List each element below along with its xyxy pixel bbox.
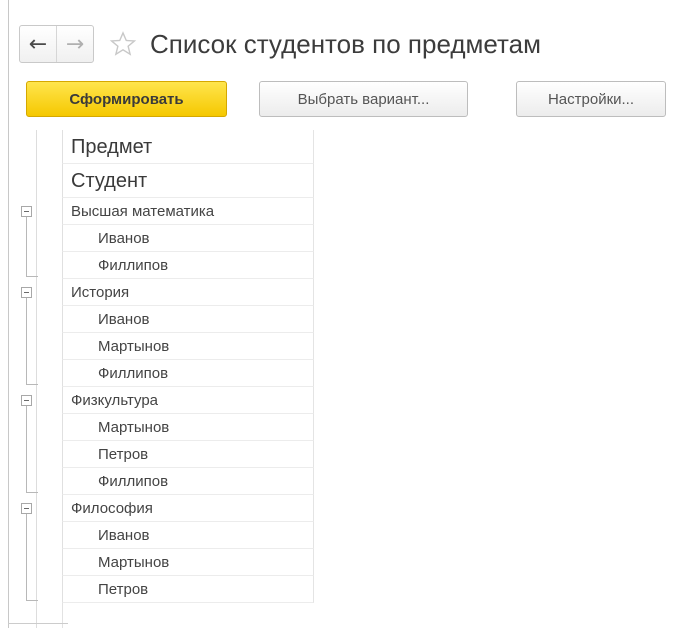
title-bar: ← → Список студентов по предметам [19, 20, 541, 68]
student-row[interactable]: Мартынов [62, 333, 314, 360]
group-bracket-foot [26, 384, 38, 385]
student-row[interactable]: Мартынов [62, 414, 314, 441]
student-row[interactable]: Мартынов [62, 549, 314, 576]
column-header-student[interactable]: Студент [62, 164, 314, 198]
collapse-group-icon[interactable] [21, 395, 32, 406]
page-title: Список студентов по предметам [150, 28, 541, 59]
group-row-subject[interactable]: Философия [62, 495, 314, 522]
student-row[interactable]: Иванов [62, 225, 314, 252]
student-row[interactable]: Петров [62, 576, 314, 603]
generate-button[interactable]: Сформировать [26, 81, 227, 117]
table-bottom-edge [8, 623, 68, 624]
group-row-subject[interactable]: История [62, 279, 314, 306]
group-bracket-line [26, 217, 27, 276]
column-header-subject[interactable]: Предмет [62, 130, 314, 164]
student-row[interactable]: Иванов [62, 522, 314, 549]
group-row-subject[interactable]: Физкультура [62, 387, 314, 414]
settings-button[interactable]: Настройки... [516, 81, 666, 117]
arrow-left-icon: ← [28, 31, 48, 57]
student-row[interactable]: Петров [62, 441, 314, 468]
window-left-border [8, 0, 9, 628]
student-row[interactable]: Филлипов [62, 252, 314, 279]
group-bracket-line [26, 406, 27, 492]
star-icon [109, 31, 137, 56]
group-gutter-divider [36, 130, 37, 628]
student-row[interactable]: Иванов [62, 306, 314, 333]
group-row-subject[interactable]: Высшая математика [62, 198, 314, 225]
select-variant-button[interactable]: Выбрать вариант... [259, 81, 468, 117]
back-button[interactable]: ← [20, 26, 56, 62]
arrow-right-icon: → [65, 31, 85, 57]
group-bracket-foot [26, 600, 38, 601]
favorite-button[interactable] [106, 27, 140, 61]
toolbar: Сформировать Выбрать вариант... Настройк… [26, 81, 666, 117]
collapse-group-icon[interactable] [21, 206, 32, 217]
forward-button[interactable]: → [57, 26, 93, 62]
report-window: ← → Список студентов по предметам Сформи… [0, 0, 689, 628]
group-bracket-foot [26, 492, 38, 493]
collapse-group-icon[interactable] [21, 287, 32, 298]
collapse-group-icon[interactable] [21, 503, 32, 514]
navigation-buttons: ← → [19, 25, 94, 63]
group-bracket-line [26, 514, 27, 600]
group-bracket-line [26, 298, 27, 384]
student-row[interactable]: Филлипов [62, 468, 314, 495]
group-bracket-foot [26, 276, 38, 277]
student-row[interactable]: Филлипов [62, 360, 314, 387]
